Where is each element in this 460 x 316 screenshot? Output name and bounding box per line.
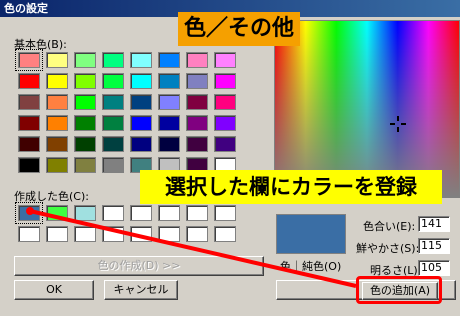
custom-color-swatch[interactable] <box>46 205 68 221</box>
basic-color-swatch[interactable] <box>102 136 124 152</box>
basic-color-swatch[interactable] <box>18 115 40 131</box>
basic-color-swatch[interactable] <box>102 157 124 173</box>
basic-color-swatch[interactable] <box>158 52 180 68</box>
cancel-button[interactable]: キャンセル <box>104 280 178 300</box>
hue-field[interactable]: 141 <box>418 216 450 232</box>
basic-color-swatch[interactable] <box>74 157 96 173</box>
basic-color-swatch[interactable] <box>46 115 68 131</box>
basic-color-swatch[interactable] <box>214 115 236 131</box>
custom-color-swatch[interactable] <box>74 226 96 242</box>
title-banner: 色／その他 <box>178 12 300 46</box>
basic-color-swatch[interactable] <box>130 52 152 68</box>
color-solid-label: 色｜純色(O) <box>280 260 342 273</box>
basic-color-swatch[interactable] <box>158 73 180 89</box>
basic-colors-grid <box>15 49 236 173</box>
crosshair-icon <box>390 116 406 132</box>
basic-color-swatch[interactable] <box>158 136 180 152</box>
luminance-field[interactable]: 105 <box>418 260 450 276</box>
basic-color-swatch[interactable] <box>46 52 68 68</box>
basic-color-swatch[interactable] <box>130 94 152 110</box>
custom-color-swatch[interactable] <box>102 205 124 221</box>
basic-color-swatch[interactable] <box>186 136 208 152</box>
basic-color-swatch[interactable] <box>18 157 40 173</box>
basic-color-swatch[interactable] <box>46 94 68 110</box>
basic-color-swatch[interactable] <box>130 73 152 89</box>
basic-color-swatch[interactable] <box>18 94 40 110</box>
basic-color-swatch[interactable] <box>130 115 152 131</box>
basic-color-swatch[interactable] <box>74 52 96 68</box>
custom-color-swatch[interactable] <box>186 226 208 242</box>
basic-color-swatch[interactable] <box>102 52 124 68</box>
basic-color-swatch[interactable] <box>214 94 236 110</box>
basic-color-swatch[interactable] <box>214 73 236 89</box>
custom-color-swatch[interactable] <box>158 226 180 242</box>
basic-color-swatch[interactable] <box>74 94 96 110</box>
basic-color-swatch[interactable] <box>186 52 208 68</box>
custom-color-swatch[interactable] <box>15 202 43 224</box>
basic-color-swatch[interactable] <box>102 94 124 110</box>
basic-colors-label: 基本色(B): <box>14 38 67 51</box>
basic-color-swatch[interactable] <box>15 49 43 71</box>
basic-color-swatch[interactable] <box>102 73 124 89</box>
basic-color-swatch[interactable] <box>46 157 68 173</box>
color-dialog: 色の設定 基本色(B): 作成した色(C): 色の作成(D) >> OK キャン… <box>0 0 460 316</box>
hue-label: 色合い(E): <box>363 220 416 233</box>
basic-color-swatch[interactable] <box>158 94 180 110</box>
basic-color-swatch[interactable] <box>74 73 96 89</box>
basic-color-swatch[interactable] <box>214 136 236 152</box>
saturation-field[interactable]: 115 <box>418 238 450 254</box>
basic-color-swatch[interactable] <box>158 115 180 131</box>
basic-color-swatch[interactable] <box>18 73 40 89</box>
basic-color-swatch[interactable] <box>130 136 152 152</box>
custom-color-swatch[interactable] <box>158 205 180 221</box>
saturation-label: 鮮やかさ(S): <box>356 242 420 255</box>
basic-color-swatch[interactable] <box>214 52 236 68</box>
basic-color-swatch[interactable] <box>186 73 208 89</box>
basic-color-swatch[interactable] <box>18 136 40 152</box>
highlight-add-button <box>356 276 442 304</box>
custom-color-swatch[interactable] <box>214 205 236 221</box>
custom-color-swatch[interactable] <box>186 205 208 221</box>
custom-color-swatch[interactable] <box>130 226 152 242</box>
instruction-banner: 選択した欄にカラーを登録 <box>140 170 442 204</box>
define-custom-colors-button[interactable]: 色の作成(D) >> <box>14 256 264 276</box>
color-preview <box>276 214 346 254</box>
basic-color-swatch[interactable] <box>102 115 124 131</box>
basic-color-swatch[interactable] <box>186 115 208 131</box>
custom-colors-label: 作成した色(C): <box>14 190 89 203</box>
ok-button[interactable]: OK <box>14 280 94 300</box>
basic-color-swatch[interactable] <box>74 136 96 152</box>
custom-color-swatch[interactable] <box>18 226 40 242</box>
custom-color-swatch[interactable] <box>214 226 236 242</box>
custom-color-swatch[interactable] <box>74 205 96 221</box>
basic-color-swatch[interactable] <box>74 115 96 131</box>
custom-colors-grid <box>15 202 236 242</box>
basic-color-swatch[interactable] <box>186 94 208 110</box>
custom-color-swatch[interactable] <box>130 205 152 221</box>
basic-color-swatch[interactable] <box>46 73 68 89</box>
custom-color-swatch[interactable] <box>46 226 68 242</box>
custom-color-swatch[interactable] <box>102 226 124 242</box>
basic-color-swatch[interactable] <box>46 136 68 152</box>
